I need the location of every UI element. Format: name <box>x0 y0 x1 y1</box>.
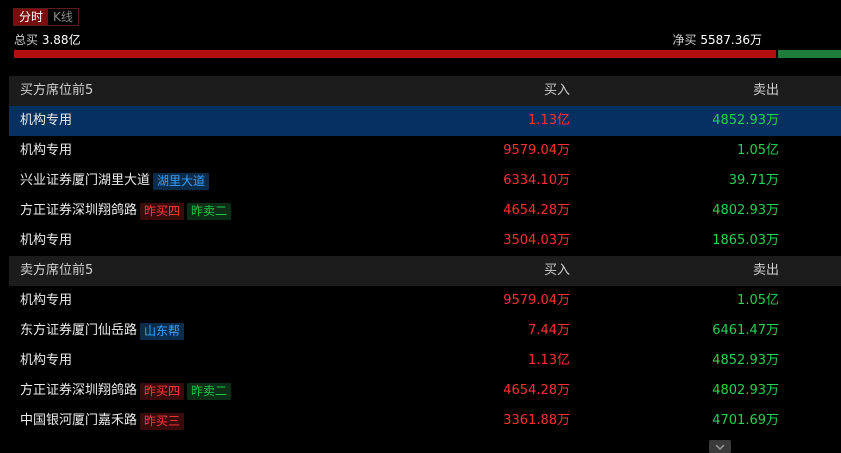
table-row[interactable]: 方正证券深圳翔鸽路 昨买四 昨卖二 4654.28万 4802.93万 <box>9 376 841 406</box>
sell-amount: 4852.93万 <box>712 353 779 368</box>
buyers-header-row: 买方席位前5 买入 卖出 <box>9 76 841 106</box>
seat-table: 买方席位前5 买入 卖出 机构专用 1.13亿 4852.93万 机构专用 9579.04万 1… <box>9 76 841 436</box>
seat-name[interactable]: 机构专用 <box>20 346 72 376</box>
tab-kline[interactable]: K线 <box>48 9 78 25</box>
seat-name-cell: 方正证券深圳翔鸽路 昨买四 昨卖二 <box>20 196 232 226</box>
sell-amount: 1.05亿 <box>737 293 779 308</box>
seat-name[interactable]: 机构专用 <box>20 136 72 166</box>
buy-amount: 9579.04万 <box>503 143 570 158</box>
seat-name-cell: 机构专用 <box>20 106 72 136</box>
buy-amount: 3361.88万 <box>503 413 570 428</box>
scroll-more-handle[interactable] <box>709 440 731 453</box>
seat-name[interactable]: 机构专用 <box>20 106 72 136</box>
seat-name[interactable]: 兴业证券厦门湖里大道 <box>20 166 150 196</box>
buy-amount: 1.13亿 <box>528 113 570 128</box>
seat-name[interactable]: 机构专用 <box>20 286 72 316</box>
sellers-header-buy: 买入 <box>543 263 570 278</box>
sell-portion <box>778 50 841 58</box>
net-buy: 净买 5587.36万 <box>673 32 762 48</box>
seat-tag[interactable]: 湖里大道 <box>153 172 210 190</box>
table-row[interactable]: 机构专用 3504.03万 1865.03万 <box>9 226 841 256</box>
sell-amount: 4802.93万 <box>712 383 779 398</box>
table-row[interactable]: 机构专用 1.13亿 4852.93万 <box>9 346 841 376</box>
sellers-header-title: 卖方席位前5 <box>20 263 94 278</box>
table-row[interactable]: 兴业证券厦门湖里大道 湖里大道 6334.10万 39.71万 <box>9 166 841 196</box>
seat-name-cell: 方正证券深圳翔鸽路 昨买四 昨卖二 <box>20 376 232 406</box>
seat-name[interactable]: 方正证券深圳翔鸽路 <box>20 196 137 226</box>
seat-name-cell: 机构专用 <box>20 346 72 376</box>
seat-tag[interactable]: 昨买四 <box>140 382 185 400</box>
total-buy-label: 总买 <box>14 33 39 47</box>
sellers-header-row: 卖方席位前5 买入 卖出 <box>9 256 841 286</box>
tab-intraday[interactable]: 分时 <box>14 9 49 25</box>
buy-portion <box>14 50 776 58</box>
chevron-down-icon <box>715 443 725 450</box>
table-row[interactable]: 中国银河厦门嘉禾路 昨买三 3361.88万 4701.69万 <box>9 406 841 436</box>
seat-name[interactable]: 中国银河厦门嘉禾路 <box>20 406 137 436</box>
buy-amount: 4654.28万 <box>503 383 570 398</box>
buyers-header-sell: 卖出 <box>752 83 779 98</box>
seat-name-cell: 机构专用 <box>20 136 72 166</box>
net-buy-value: 5587.36万 <box>700 33 762 47</box>
net-buy-label: 净买 <box>672 33 697 47</box>
sell-amount: 4802.93万 <box>712 203 779 218</box>
sell-amount: 39.71万 <box>728 173 779 188</box>
trade-summary: 总买 3.88亿 净买 5587.36万 <box>14 32 841 48</box>
table-row[interactable]: 机构专用 9579.04万 1.05亿 <box>9 136 841 166</box>
seat-name-cell: 东方证券厦门仙岳路 山东帮 <box>20 316 185 346</box>
seat-tag[interactable]: 昨买四 <box>140 202 185 220</box>
seat-name-cell: 机构专用 <box>20 226 72 256</box>
sell-amount: 4852.93万 <box>712 113 779 128</box>
sell-amount: 1.05亿 <box>737 143 779 158</box>
seat-name-cell: 兴业证券厦门湖里大道 湖里大道 <box>20 166 210 196</box>
buyers-header-buy: 买入 <box>543 83 570 98</box>
seat-tag[interactable]: 昨卖二 <box>187 202 232 220</box>
sell-amount: 6461.47万 <box>712 323 779 338</box>
sell-amount: 4701.69万 <box>712 413 779 428</box>
seat-tag[interactable]: 昨买三 <box>140 412 185 430</box>
buy-sell-ratio-bar <box>14 50 841 58</box>
seat-tag[interactable]: 昨卖二 <box>187 382 232 400</box>
table-row[interactable]: 方正证券深圳翔鸽路 昨买四 昨卖二 4654.28万 4802.93万 <box>9 196 841 226</box>
buyers-header-title: 买方席位前5 <box>20 83 94 98</box>
seat-name[interactable]: 方正证券深圳翔鸽路 <box>20 376 137 406</box>
buy-amount: 3504.03万 <box>503 233 570 248</box>
chart-mode-tabs: 分时 K线 <box>13 8 79 26</box>
buy-amount: 4654.28万 <box>503 203 570 218</box>
seat-name-cell: 机构专用 <box>20 286 72 316</box>
sellers-header-sell: 卖出 <box>752 263 779 278</box>
seat-name[interactable]: 机构专用 <box>20 226 72 256</box>
buy-amount: 9579.04万 <box>503 293 570 308</box>
seat-name[interactable]: 东方证券厦门仙岳路 <box>20 316 137 346</box>
buy-amount: 1.13亿 <box>528 353 570 368</box>
sell-amount: 1865.03万 <box>712 233 779 248</box>
table-row[interactable]: 机构专用 1.13亿 4852.93万 <box>9 106 841 136</box>
table-row[interactable]: 机构专用 9579.04万 1.05亿 <box>9 286 841 316</box>
seat-name-cell: 中国银河厦门嘉禾路 昨买三 <box>20 406 185 436</box>
seat-tag[interactable]: 山东帮 <box>140 322 185 340</box>
buy-amount: 7.44万 <box>528 323 570 338</box>
total-buy: 总买 3.88亿 <box>14 32 81 48</box>
table-row[interactable]: 东方证券厦门仙岳路 山东帮 7.44万 6461.47万 <box>9 316 841 346</box>
total-buy-value: 3.88亿 <box>41 33 81 47</box>
buy-amount: 6334.10万 <box>503 173 570 188</box>
